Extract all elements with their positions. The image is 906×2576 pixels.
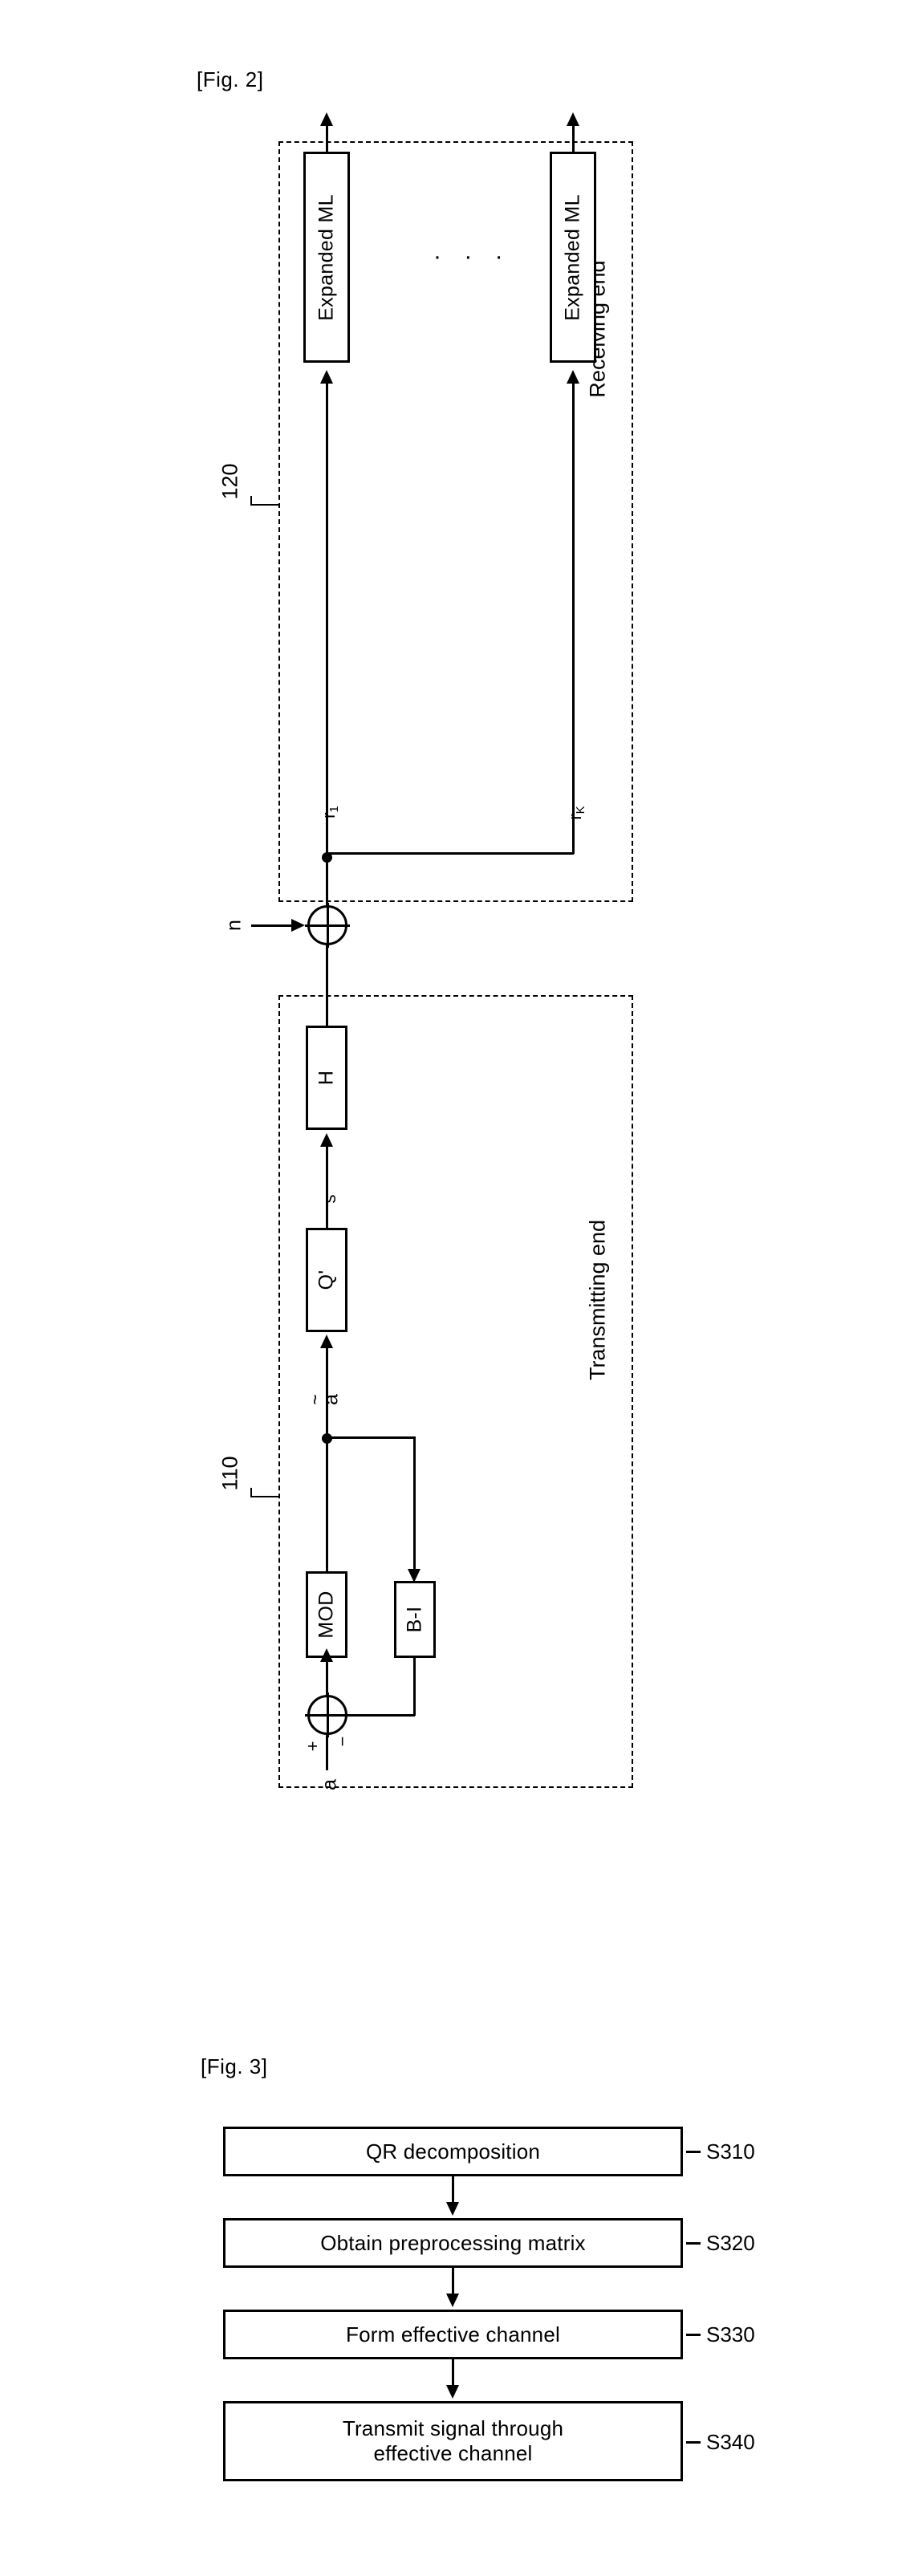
r1-sub: 1	[327, 806, 342, 813]
arrowhead-noise-in	[291, 919, 305, 932]
arrowhead-s	[320, 1133, 333, 1147]
adder-minus-sign: −	[332, 1736, 352, 1747]
wire-r1	[326, 381, 328, 458]
noise-adder-node	[305, 903, 350, 948]
flow-step-tag-s320: S320	[706, 2231, 755, 2255]
ref-120-leader-kink	[250, 496, 252, 505]
patent-figure-sheet: [Fig. 2] Receiving end 120 ^ a 1 ^ a K E…	[0, 0, 906, 2576]
rk-base: r	[564, 814, 585, 820]
feedback-bi-label: B-I	[403, 1606, 426, 1633]
input-adder-node	[305, 1692, 350, 1737]
signal-label-a-tilde: ~ a	[304, 1394, 343, 1405]
flow-step-tag-s310: S310	[706, 2139, 755, 2164]
signal-label-noise: n	[222, 920, 246, 931]
wire-s	[326, 1144, 328, 1228]
expanded-ml-ellipsis: · · ·	[433, 243, 511, 270]
flow-step-tag-tick-s310	[686, 2151, 701, 2153]
wire-input-a	[326, 1735, 328, 1770]
adder-plus-sign: +	[303, 1741, 323, 1752]
expanded-ml-block-k-label: Expanded ML	[561, 193, 584, 321]
wire-rk	[572, 381, 575, 461]
ref-110-leader	[250, 1496, 279, 1497]
flow-step-tag-tick-s320	[686, 2242, 701, 2245]
flow-arrowhead-1	[446, 2202, 459, 2216]
feedback-return-run	[347, 1714, 415, 1717]
flow-step-qr-decomposition-label: QR decomposition	[365, 2139, 541, 2164]
flow-step-tag-s330: S330	[706, 2322, 755, 2346]
feedback-return-riser	[413, 1658, 416, 1716]
channel-h-label: H	[315, 1070, 338, 1086]
receiving-end-ref-numeral: 120	[217, 463, 242, 500]
signal-label-s: s	[319, 1194, 339, 1204]
channel-h-block[interactable]: H	[306, 1026, 347, 1130]
arrowhead-rk	[567, 370, 579, 384]
branch-riser-rk	[572, 459, 575, 854]
wire-a-tilde	[326, 1345, 328, 1435]
rk-sub: K	[574, 806, 588, 815]
wire-mod-to-a-tilde	[326, 1436, 328, 1571]
expanded-ml-block-1-label: Expanded ML	[315, 193, 338, 321]
precoder-q-block[interactable]: Q'	[306, 1228, 347, 1332]
signal-label-r1: r1	[319, 806, 341, 819]
signal-label-input-a: a	[318, 1779, 341, 1790]
flow-step-tag-tick-s330	[686, 2334, 701, 2336]
feedback-bi-block[interactable]: B-I	[394, 1581, 436, 1658]
figure-2-label: [Fig. 2]	[197, 67, 264, 91]
expanded-ml-block-1[interactable]: Expanded ML	[303, 152, 350, 363]
flow-step-qr-decomposition[interactable]: QR decomposition	[223, 2127, 683, 2176]
wire-sum-to-junction	[326, 855, 328, 905]
a-tilde-accent-group: ~ a	[304, 1394, 343, 1405]
flow-step-form-effective-channel[interactable]: Form effective channel	[223, 2310, 683, 2359]
wire-noise-in	[251, 924, 295, 927]
flow-step-obtain-preprocessing-matrix[interactable]: Obtain preprocessing matrix	[223, 2218, 683, 2268]
wire-r1-main	[326, 457, 328, 855]
r1-base: r	[318, 812, 339, 819]
flow-step-transmit-signal-line2: effective channel	[373, 2441, 533, 2465]
flow-step-transmit-signal-line1: Transmit signal through	[342, 2416, 564, 2441]
expanded-ml-block-k[interactable]: Expanded ML	[550, 152, 596, 363]
branch-bus-to-rk	[326, 852, 574, 855]
arrowhead-mod-in	[320, 1648, 333, 1662]
tilde-accent: ~	[304, 1394, 327, 1405]
flow-step-transmit-signal[interactable]: Transmit signal through effective channe…	[223, 2401, 683, 2481]
arrowhead-a-hat-k	[567, 112, 579, 126]
flow-step-obtain-preprocessing-matrix-label: Obtain preprocessing matrix	[320, 2230, 586, 2255]
branch-to-feedback	[326, 1436, 416, 1439]
transmitting-end-ref-numeral: 110	[217, 1456, 242, 1491]
modulator-block[interactable]: MOD	[306, 1571, 347, 1658]
branch-riser-feedback	[413, 1436, 416, 1574]
flow-arrowhead-2	[446, 2294, 459, 2307]
signal-label-rk: rK	[565, 806, 587, 819]
precoder-q-label: Q'	[315, 1270, 338, 1290]
wire-ml1-out	[326, 120, 328, 152]
flow-arrowhead-3	[446, 2385, 459, 2399]
ref-120-leader	[250, 504, 279, 506]
flow-step-form-effective-channel-label: Form effective channel	[346, 2322, 560, 2346]
modulator-label: MOD	[315, 1591, 338, 1639]
flow-step-tag-tick-s340	[686, 2441, 701, 2444]
figure-3-label: [Fig. 3]	[201, 2054, 268, 2078]
arrowhead-a-tilde	[320, 1335, 333, 1348]
transmitting-end-title: Transmitting end	[585, 1219, 610, 1381]
flow-step-tag-s340: S340	[706, 2430, 755, 2454]
arrowhead-r1	[320, 370, 333, 384]
ref-110-leader-kink	[250, 1488, 252, 1497]
